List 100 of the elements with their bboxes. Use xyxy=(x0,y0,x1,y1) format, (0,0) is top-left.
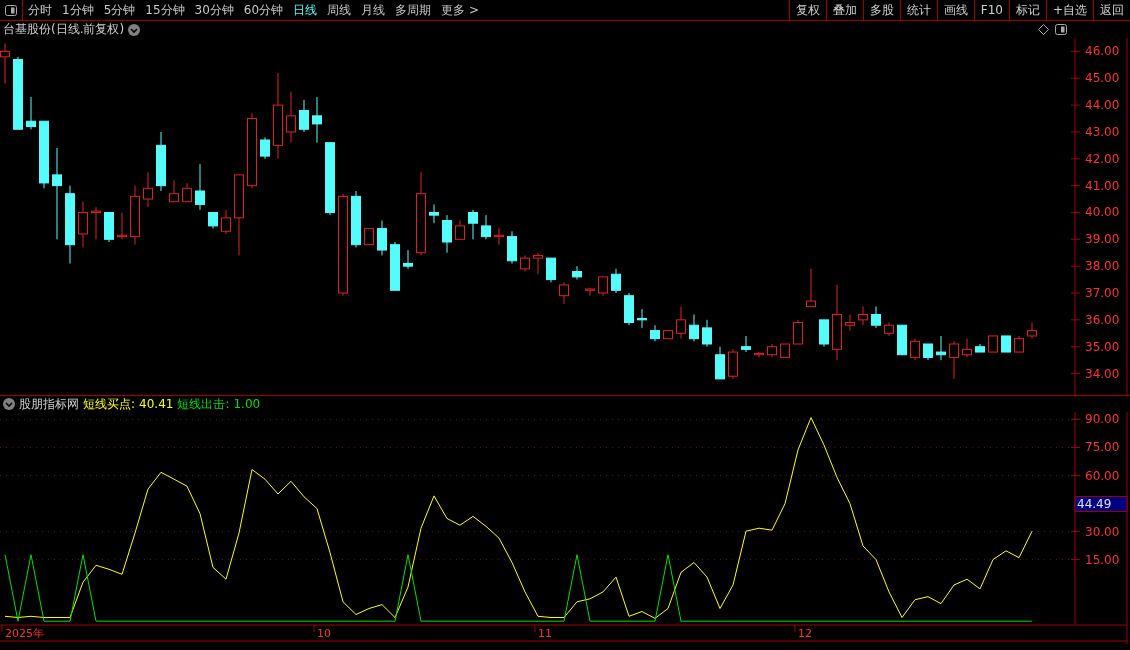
candlestick xyxy=(871,305,881,329)
candlestick xyxy=(533,252,543,275)
candlestick xyxy=(1027,322,1037,340)
candlestick xyxy=(546,257,556,283)
candlestick xyxy=(663,330,673,340)
candlestick xyxy=(767,343,777,358)
panel-toggle-icon[interactable] xyxy=(1055,24,1067,35)
candlestick xyxy=(221,209,231,235)
candlestick xyxy=(949,340,959,380)
toolbar-button[interactable]: F10 xyxy=(973,0,1009,20)
candlestick xyxy=(1014,335,1024,353)
axis-label: 90.00 xyxy=(1085,412,1120,427)
axis-label: 41.00 xyxy=(1085,178,1120,193)
candlestick xyxy=(728,348,738,380)
axis-label: 43.00 xyxy=(1085,124,1120,139)
toolbar-button[interactable]: 画线 xyxy=(936,0,974,20)
period-tab[interactable]: 分时 xyxy=(23,0,57,20)
candlestick xyxy=(819,319,829,348)
period-tab[interactable]: 15分钟 xyxy=(140,0,190,20)
axis-label: 36.00 xyxy=(1085,312,1120,327)
date-label: 12 xyxy=(798,627,812,640)
candlestick xyxy=(689,313,699,342)
candlestick xyxy=(364,228,374,246)
series-name: 短线出击: xyxy=(177,395,230,413)
period-tab[interactable]: 月线 xyxy=(356,0,391,20)
period-tab[interactable]: 5分钟 xyxy=(98,0,141,20)
series-value: 40.41 xyxy=(139,397,174,411)
date-label: 2025年 xyxy=(5,627,44,640)
candlestick xyxy=(91,206,101,240)
toolbar-button[interactable]: 标记 xyxy=(1008,0,1046,20)
candlestick xyxy=(624,292,634,326)
candlestick xyxy=(39,120,49,189)
chart-title: 台基股份(日线.前复权) xyxy=(3,21,125,38)
candlestick xyxy=(741,335,751,353)
axis-label: 60.00 xyxy=(1085,468,1120,483)
period-tab[interactable]: 更多 > xyxy=(436,0,484,20)
panel-toggle-icon[interactable] xyxy=(5,4,17,16)
candlestick xyxy=(312,96,322,144)
candlestick xyxy=(923,343,933,361)
dropdown-icon[interactable] xyxy=(128,23,141,36)
value-marker: 44.49 xyxy=(1074,496,1128,512)
axis-label: 35.00 xyxy=(1085,339,1120,354)
series-name: 短线买点: xyxy=(83,395,136,413)
candlestick xyxy=(910,338,920,361)
candlestick xyxy=(208,211,218,230)
period-tab[interactable]: 多周期 xyxy=(390,0,437,20)
period-tab[interactable]: 日线 xyxy=(288,0,323,20)
toolbar-button[interactable]: 统计 xyxy=(899,0,937,20)
candlestick xyxy=(299,99,309,133)
candlestick xyxy=(988,335,998,353)
candlestick xyxy=(884,322,894,337)
candlestick xyxy=(936,335,946,361)
candlestick xyxy=(182,182,192,203)
candlestick xyxy=(962,338,972,358)
candlestick xyxy=(975,343,985,353)
candlestick xyxy=(468,209,478,240)
toolbar-button[interactable]: 叠加 xyxy=(825,0,863,20)
axis-label: 39.00 xyxy=(1085,232,1120,247)
toolbar-button[interactable]: 多股 xyxy=(862,0,900,20)
candlestick xyxy=(858,305,868,326)
candlestick xyxy=(611,268,621,294)
toolbar-button[interactable]: 返回 xyxy=(1093,0,1130,20)
toolbar-button[interactable]: 复权 xyxy=(788,0,826,20)
toolbar-button[interactable]: +自选 xyxy=(1045,0,1093,20)
candlestick xyxy=(104,211,114,243)
candlestick xyxy=(585,287,595,297)
diamond-icon[interactable] xyxy=(1038,24,1049,35)
axis-label: 30.00 xyxy=(1085,524,1120,539)
candlestick xyxy=(507,230,517,264)
candlestick xyxy=(598,276,608,297)
axis-label: 75.00 xyxy=(1085,440,1120,455)
axis-label: 42.00 xyxy=(1085,151,1120,166)
candlestick xyxy=(156,131,166,192)
candlestick xyxy=(117,211,127,240)
candlestick xyxy=(637,308,647,329)
candlestick xyxy=(442,214,452,254)
candlestick xyxy=(403,249,413,270)
candlestick xyxy=(1001,335,1011,353)
date-label: 11 xyxy=(538,627,552,640)
candlestick xyxy=(494,228,504,246)
candlestick xyxy=(845,313,855,332)
dropdown-icon[interactable] xyxy=(3,398,15,410)
period-tab[interactable]: 60分钟 xyxy=(238,0,289,20)
period-tab[interactable]: 1分钟 xyxy=(57,0,99,20)
axis-label: 37.00 xyxy=(1085,286,1120,300)
axis-label: 38.00 xyxy=(1085,259,1120,274)
candlestick xyxy=(455,220,465,240)
candlestick xyxy=(676,305,686,340)
axis-label: 40.00 xyxy=(1085,205,1120,220)
candlestick xyxy=(572,265,582,281)
indicator-name: 股朋指标网 xyxy=(19,395,79,413)
period-tab[interactable]: 周线 xyxy=(322,0,357,20)
period-tab[interactable]: 30分钟 xyxy=(189,0,239,20)
candlestick xyxy=(520,254,530,273)
candlestick xyxy=(780,343,790,358)
date-label: 10 xyxy=(317,627,331,640)
candlestick xyxy=(481,214,491,240)
candlestick xyxy=(286,91,296,144)
candlestick xyxy=(429,203,439,224)
candlestick xyxy=(78,201,88,248)
